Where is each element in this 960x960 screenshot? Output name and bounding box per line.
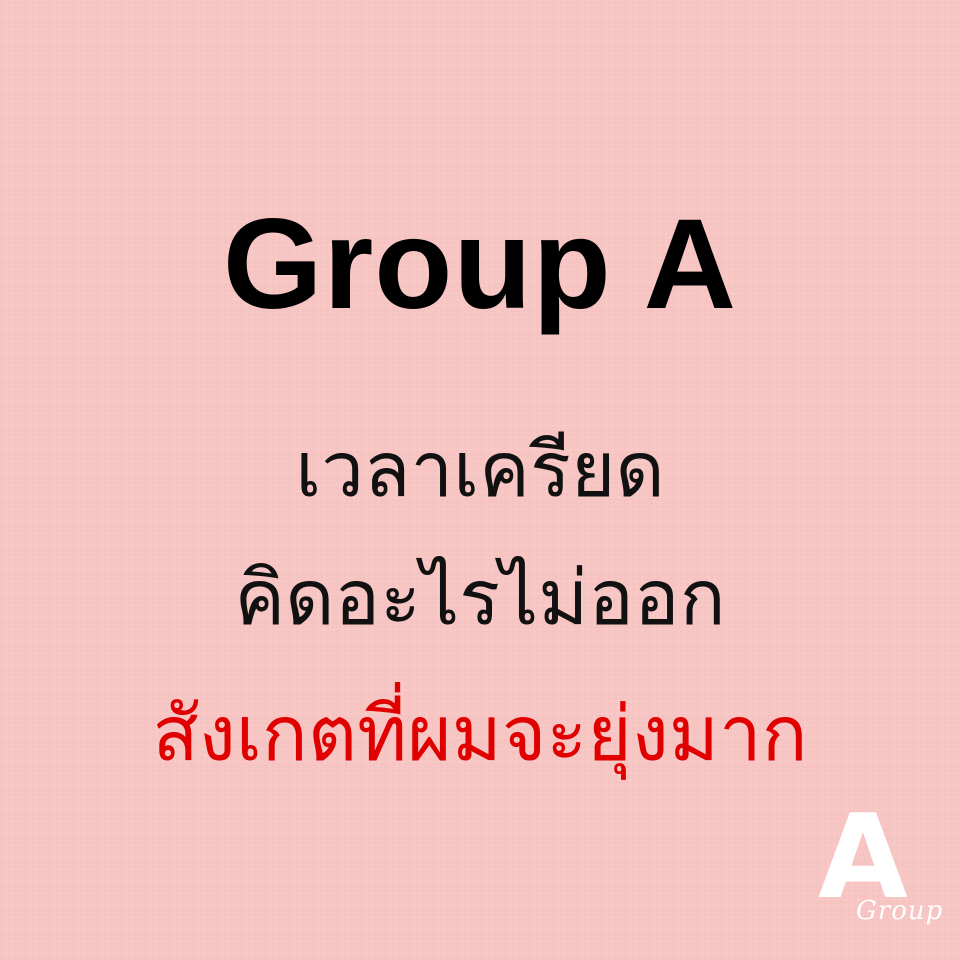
text-line-3-highlight: สังเกตที่ผมจะยุ่งมาก — [152, 689, 808, 778]
page-title: Group A — [222, 193, 738, 336]
text-line-1: เวลาเครียด — [295, 425, 665, 514]
text-line-2: คิดอะไรไม่ออก — [234, 553, 726, 642]
group-a-logo: A Group — [812, 800, 942, 940]
post-image: { "title": "Group A", "lines": [ { "text… — [0, 0, 960, 960]
logo-word: Group — [856, 896, 944, 926]
